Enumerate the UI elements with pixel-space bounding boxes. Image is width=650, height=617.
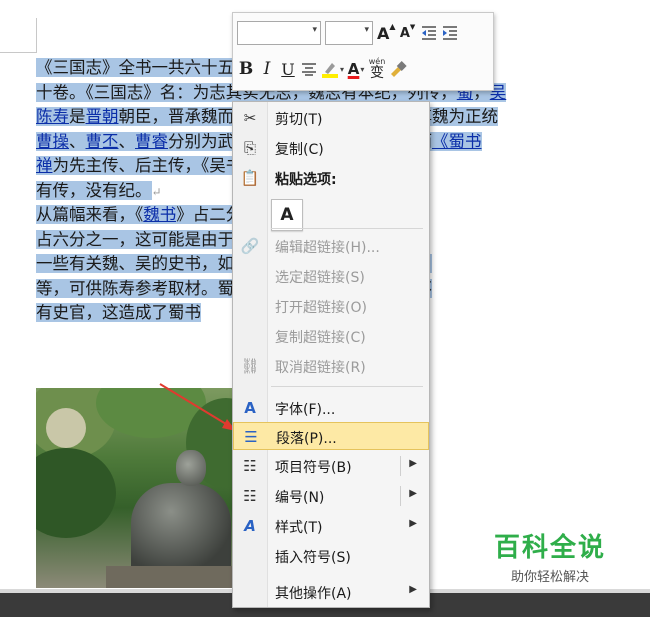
submenu-arrow-icon[interactable]: ▶ [409, 458, 417, 469]
font-icon: A [244, 399, 256, 417]
menu-item-label: 插入符号(S) [275, 550, 351, 566]
context-menu: ✂ 剪切(T) ⎘ 复制(C) 📋 粘贴选项: 🔗 编辑超链接(H)... 选定超链接(S) 打开… [232, 101, 430, 608]
font-size-combo[interactable]: ▾ [325, 21, 373, 45]
highlight-button[interactable]: ▾ [321, 57, 344, 81]
mini-toolbar: ▾ ▾ A ▲ A ▼ B I U ▾ A ▾ wén 变 [232, 12, 494, 91]
format-painter-button[interactable] [389, 57, 407, 81]
menu-item-bullets[interactable]: ☷ 项目符号(B) ▶ [233, 452, 429, 480]
center-align-button[interactable] [300, 57, 318, 81]
scissors-icon: ✂ [243, 109, 257, 127]
menu-item-copy[interactable]: ⎘ 复制(C) [233, 134, 429, 162]
italic-button[interactable]: I [258, 57, 276, 81]
menu-item-label: 其他操作(A) [275, 586, 352, 602]
styles-icon: A [244, 517, 256, 535]
submenu-arrow-icon[interactable]: ▶ [409, 584, 417, 595]
chevron-down-icon[interactable]: ▾ [312, 25, 317, 35]
menu-item-label: 取消超链接(R) [275, 360, 366, 376]
menu-item-label: 复制超链接(C) [275, 330, 366, 346]
decrease-indent-button[interactable] [420, 21, 438, 45]
menu-separator [271, 386, 423, 387]
menu-item-edit-hyperlink[interactable]: 🔗 编辑超链接(H)... [233, 232, 429, 260]
menu-separator [271, 228, 423, 229]
menu-item-label: 剪切(T) [275, 112, 323, 128]
menu-item-label: 编号(N) [275, 490, 325, 506]
bold-button[interactable]: B [237, 57, 255, 81]
menu-item-cut[interactable]: ✂ 剪切(T) [233, 104, 429, 132]
remove-hyperlink-icon: ⛓ [240, 357, 260, 375]
menu-item-select-hyperlink[interactable]: 选定超链接(S) [233, 262, 429, 290]
menu-item-numbering[interactable]: ☷ 编号(N) ▶ [233, 482, 429, 510]
menu-item-label: 段落(P)... [276, 431, 337, 447]
submenu-split-divider [400, 456, 401, 476]
submenu-arrow-icon[interactable]: ▶ [409, 488, 417, 499]
menu-item-open-hyperlink[interactable]: 打开超链接(O) [233, 292, 429, 320]
menu-item-label: 字体(F)... [275, 402, 336, 418]
font-color-button[interactable]: A ▾ [347, 57, 365, 81]
menu-item-label: 复制(C) [275, 142, 324, 158]
center-align-icon [302, 63, 316, 76]
watermark-subtitle: 助你轻松解决 [510, 570, 589, 585]
phonetic-guide-button[interactable]: wén 变 [368, 57, 386, 81]
chevron-down-icon[interactable]: ▾ [364, 25, 369, 35]
menu-item-remove-hyperlink[interactable]: ⛓ 取消超链接(R) [233, 352, 429, 380]
watermark-title: 百科全说 [493, 532, 606, 562]
underline-button[interactable]: U [279, 57, 297, 81]
clipboard-icon: 📋 [240, 169, 260, 187]
format-painter-icon [391, 61, 407, 77]
font-name-combo[interactable]: ▾ [237, 21, 321, 45]
menu-item-more-actions[interactable]: 其他操作(A) ▶ [233, 578, 429, 606]
shrink-font-button[interactable]: A ▼ [399, 21, 417, 45]
decrease-indent-icon [421, 26, 436, 40]
menu-item-styles[interactable]: A 样式(T) ▶ [233, 512, 429, 540]
grow-font-button[interactable]: A ▲ [377, 21, 396, 45]
menu-item-font[interactable]: A 字体(F)... [233, 394, 429, 422]
edit-hyperlink-icon: 🔗 [240, 237, 260, 255]
bullets-icon: ☷ [243, 457, 257, 475]
menu-item-label: 样式(T) [275, 520, 323, 536]
paragraph-icon: ☰ [244, 428, 258, 446]
menu-item-label: 粘贴选项: [275, 172, 337, 188]
watermark: 百科全说 助你轻松解决 [470, 525, 630, 587]
increase-indent-icon [442, 26, 457, 40]
menu-item-label: 打开超链接(O) [275, 300, 367, 316]
submenu-split-divider [400, 486, 401, 506]
numbering-icon: ☷ [243, 487, 257, 505]
increase-indent-button[interactable] [441, 21, 459, 45]
menu-item-insert-symbol[interactable]: 插入符号(S) [233, 542, 429, 570]
menu-item-paragraph[interactable]: ☰ 段落(P)... [233, 422, 429, 450]
submenu-arrow-icon[interactable]: ▶ [409, 518, 417, 529]
menu-item-copy-hyperlink[interactable]: 复制超链接(C) [233, 322, 429, 350]
menu-item-label: 选定超链接(S) [275, 270, 365, 286]
paste-keep-text-only-button[interactable]: A [271, 199, 303, 231]
menu-item-paste-options: 📋 粘贴选项: [233, 164, 429, 192]
copy-icon: ⎘ [243, 139, 256, 157]
highlighter-icon [322, 63, 338, 78]
menu-item-label: 项目符号(B) [275, 460, 352, 476]
menu-item-label: 编辑超链接(H)... [275, 240, 380, 256]
